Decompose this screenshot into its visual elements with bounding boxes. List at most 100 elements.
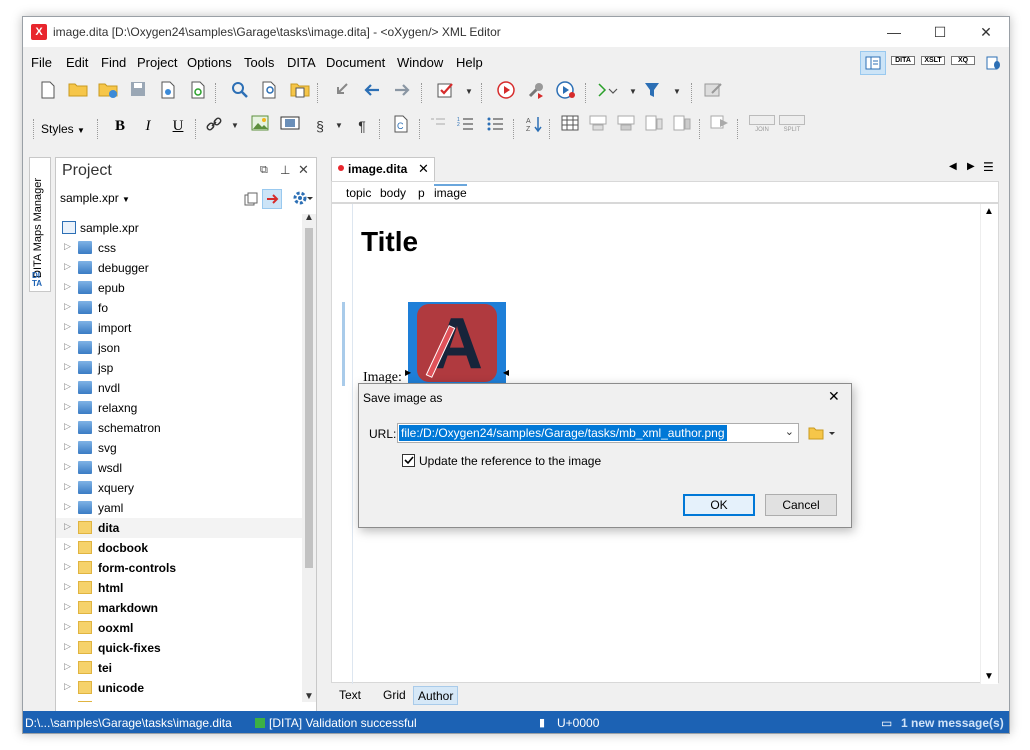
cancel-button[interactable]: Cancel: [765, 494, 837, 516]
close-tab-icon[interactable]: ✕: [418, 161, 429, 177]
expand-arrow-icon[interactable]: ▷: [64, 241, 71, 252]
insert-media-button[interactable]: [279, 115, 301, 137]
configure-transformation-button[interactable]: [525, 81, 547, 103]
save-to-url-button[interactable]: [157, 81, 179, 103]
split-cell-button[interactable]: SPLIT: [779, 115, 805, 137]
scrollbar-thumb[interactable]: [305, 228, 313, 568]
breadcrumb-p[interactable]: p: [418, 186, 425, 200]
styles-dropdown[interactable]: Styles ▼: [41, 122, 85, 136]
dita-maps-manager-tab[interactable]: DITA Maps Manager DI TA: [29, 157, 51, 292]
dialog-close-button[interactable]: ✕: [828, 388, 840, 405]
insert-list-item-button[interactable]: [427, 115, 449, 137]
xslt-perspective-button[interactable]: XSLT: [920, 51, 946, 75]
scroll-down-icon[interactable]: ▼: [984, 671, 994, 682]
maximize-button[interactable]: ☐: [917, 17, 963, 47]
breadcrumb-image[interactable]: image: [434, 184, 467, 200]
expand-arrow-icon[interactable]: ▷: [64, 321, 71, 332]
expand-arrow-icon[interactable]: ▷: [64, 541, 71, 552]
tree-folder-yaml[interactable]: ▷ yaml: [56, 498, 302, 518]
section-dropdown[interactable]: ▼: [333, 115, 345, 137]
project-settings-button[interactable]: [292, 190, 316, 208]
expand-arrow-icon[interactable]: ▷: [64, 621, 71, 632]
update-reference-checkbox[interactable]: [402, 454, 415, 467]
tree-folder-jsp[interactable]: ▷ jsp: [56, 358, 302, 378]
expand-arrow-icon[interactable]: ▷: [64, 301, 71, 312]
tree-folder-schematron[interactable]: ▷ schematron: [56, 418, 302, 438]
tree-folder-svg[interactable]: ▷ svg: [56, 438, 302, 458]
expand-arrow-icon[interactable]: ▷: [64, 701, 71, 702]
bold-button[interactable]: B: [109, 115, 131, 137]
filter-dropdown[interactable]: ▼: [671, 81, 683, 103]
tree-folder-html[interactable]: ▷ html: [56, 578, 302, 598]
tab-scroll-right-icon[interactable]: ▶: [967, 161, 975, 172]
project-selector[interactable]: sample.xpr ▼: [60, 191, 130, 205]
xpath-dropdown[interactable]: ▼: [627, 81, 639, 103]
tree-folder-form-controls[interactable]: ▷ form-controls: [56, 558, 302, 578]
ordered-list-button[interactable]: 12: [455, 115, 477, 137]
edit-attributes-button[interactable]: [703, 81, 725, 103]
tree-folder-quick-fixes[interactable]: ▷ quick-fixes: [56, 638, 302, 658]
expand-arrow-icon[interactable]: ▷: [64, 341, 71, 352]
menu-find[interactable]: Find: [101, 55, 126, 70]
chevron-down-icon[interactable]: ⌄: [785, 425, 794, 438]
link-with-editor-button[interactable]: [262, 189, 282, 209]
url-combo[interactable]: file:/D:/Oxygen24/samples/Garage/tasks/m…: [397, 423, 799, 443]
dita-perspective-button[interactable]: DITA: [890, 51, 916, 75]
tree-folder-epub[interactable]: ▷ epub: [56, 278, 302, 298]
last-edit-button[interactable]: [331, 81, 353, 103]
scroll-up-icon[interactable]: ▲: [984, 206, 994, 217]
underline-button[interactable]: U: [167, 115, 189, 137]
project-tree-scrollbar[interactable]: ▲ ▼: [302, 212, 316, 702]
menu-options[interactable]: Options: [187, 55, 232, 70]
expand-arrow-icon[interactable]: ▷: [64, 281, 71, 292]
expand-arrow-icon[interactable]: ▷: [64, 641, 71, 652]
link-button[interactable]: [203, 115, 225, 137]
expand-arrow-icon[interactable]: ▷: [64, 401, 71, 412]
expand-arrow-icon[interactable]: ▷: [64, 261, 71, 272]
insert-paragraph-button[interactable]: ¶: [351, 115, 373, 137]
insert-section-button[interactable]: §: [309, 115, 331, 137]
find-button[interactable]: [229, 81, 251, 103]
filter-button[interactable]: [643, 81, 665, 103]
back-button[interactable]: [361, 81, 383, 103]
sort-button[interactable]: AZ: [523, 115, 545, 137]
status-validation[interactable]: [DITA] Validation successful: [269, 716, 417, 730]
open-button[interactable]: [67, 81, 89, 103]
expand-arrow-icon[interactable]: ▷: [64, 501, 71, 512]
close-panel-button[interactable]: ✕: [298, 162, 309, 178]
tree-folder-tei[interactable]: ▷ tei: [56, 658, 302, 678]
insert-table-button[interactable]: [559, 115, 581, 137]
expand-arrow-icon[interactable]: ▷: [64, 681, 71, 692]
tree-folder-markdown[interactable]: ▷ markdown: [56, 598, 302, 618]
save-button[interactable]: [127, 81, 149, 103]
restore-panel-button[interactable]: ⧉: [260, 164, 268, 177]
document-title[interactable]: Title: [361, 226, 418, 258]
tab-list-icon[interactable]: ☰: [983, 160, 994, 174]
tree-folder-json[interactable]: ▷ json: [56, 338, 302, 358]
expand-arrow-icon[interactable]: ▷: [64, 421, 71, 432]
reload-button[interactable]: [187, 81, 209, 103]
expand-arrow-icon[interactable]: ▷: [64, 601, 71, 612]
browse-button[interactable]: [807, 424, 839, 442]
xquery-perspective-button[interactable]: XQ: [950, 51, 976, 75]
insert-image-button[interactable]: [249, 115, 271, 137]
tree-folder-fo[interactable]: ▷ fo: [56, 298, 302, 318]
menu-window[interactable]: Window: [397, 55, 443, 70]
expand-arrow-icon[interactable]: ▷: [64, 661, 71, 672]
expand-arrow-icon[interactable]: ▷: [64, 521, 71, 532]
table-properties-button[interactable]: [709, 115, 731, 137]
tree-folder-relaxng[interactable]: ▷ relaxng: [56, 398, 302, 418]
expand-arrow-icon[interactable]: ▷: [64, 361, 71, 372]
debug-transformation-button[interactable]: [555, 81, 577, 103]
open-url-button[interactable]: [97, 81, 119, 103]
validate-button[interactable]: [435, 81, 457, 103]
menu-edit[interactable]: Edit: [66, 55, 88, 70]
menu-file[interactable]: File: [31, 55, 52, 70]
project-root[interactable]: sample.xpr: [56, 218, 302, 238]
clear-markers-icon[interactable]: ✖: [1009, 653, 1010, 667]
grid-mode-tab[interactable]: Grid: [379, 686, 410, 705]
tree-folder-wsdl[interactable]: ▷ wsdl: [56, 458, 302, 478]
expand-arrow-icon[interactable]: ▷: [64, 481, 71, 492]
author-mode-tab[interactable]: Author: [413, 686, 459, 705]
menu-document[interactable]: Document: [326, 55, 385, 70]
